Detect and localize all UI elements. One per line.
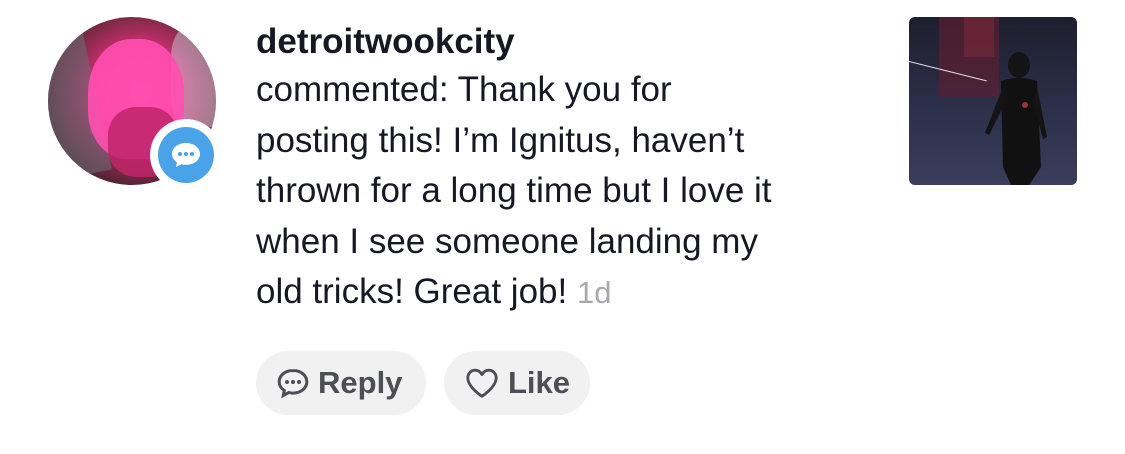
comment-content: detroitwookcity commented: Thank you for… [256, 20, 886, 319]
like-label: Like [507, 365, 570, 400]
chat-bubble-icon [158, 127, 214, 183]
heart-outline-icon [466, 368, 498, 398]
comment-line: thrown for a long time but I love it [256, 171, 772, 210]
user-avatar[interactable] [48, 17, 222, 191]
comment-line: commented: Thank you for [256, 70, 672, 109]
like-button[interactable]: Like [444, 351, 590, 415]
comment-text: commented: Thank you for posting this! I… [256, 65, 886, 319]
comment-line: old tricks! Great job! [256, 272, 568, 311]
reply-button[interactable]: Reply [256, 351, 426, 415]
comment-line-last: old tricks! Great job! 1d [256, 267, 886, 319]
video-thumbnail[interactable] [909, 17, 1077, 185]
chat-bubble-icon [277, 368, 309, 399]
reply-label: Reply [318, 365, 403, 400]
timestamp: 1d [576, 275, 612, 310]
comment-line: when I see someone landing my [256, 221, 758, 261]
comment-line: posting this! I’m Ignitus, haven’t [256, 120, 745, 160]
username[interactable]: detroitwookcity [256, 20, 886, 64]
comment-badge [150, 119, 222, 191]
